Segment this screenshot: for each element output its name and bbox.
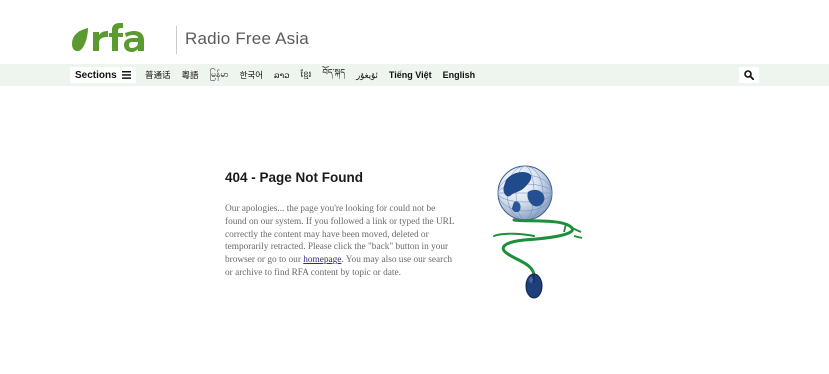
language-link[interactable]: ລາວ [274,70,289,81]
site-header: Radio Free Asia [0,0,829,64]
language-link[interactable]: English [443,70,476,80]
page-title: 404 - Page Not Found [225,170,364,185]
search-icon [744,70,754,80]
nav-bar: Sections 普通话 粵語 မြန်မာ 한국어 ລາວ ខ្មែរ བོད་སྐད ئۇ… [0,64,829,86]
search-button[interactable] [739,67,759,83]
language-link[interactable]: Tiếng Việt [389,70,432,80]
language-list: 普通话 粵語 မြန်မာ 한국어 ລາວ ខ្មែរ བོད་སྐད ئۇيغۇر Tiếng… [145,64,486,86]
rfa-logo-icon [72,23,144,52]
rfa-logo[interactable] [68,18,178,58]
language-link[interactable]: བོད་སྐད [322,64,345,87]
sections-button[interactable]: Sections [70,67,136,83]
language-link[interactable]: 普通话 [145,69,171,81]
globe-mouse-icon [493,165,583,299]
logo-tagline: Radio Free Asia [185,29,309,48]
language-link[interactable]: 한국어 [240,69,263,81]
globe-mouse-illustration [484,162,584,302]
error-message: Our apologies... the page you're looking… [225,203,457,280]
language-link[interactable]: 粵語 [182,69,199,81]
error-content: 404 - Page Not Found Our apologies... th… [225,170,465,280]
language-link[interactable]: ខ្មែរ [301,69,312,82]
sections-label: Sections [75,69,117,81]
homepage-link[interactable]: homepage [303,255,341,265]
hamburger-menu-icon [121,71,131,79]
language-link[interactable]: မြန်မာ [210,69,229,82]
logo-divider [176,26,177,54]
language-link[interactable]: ئۇيغۇر [356,70,378,81]
